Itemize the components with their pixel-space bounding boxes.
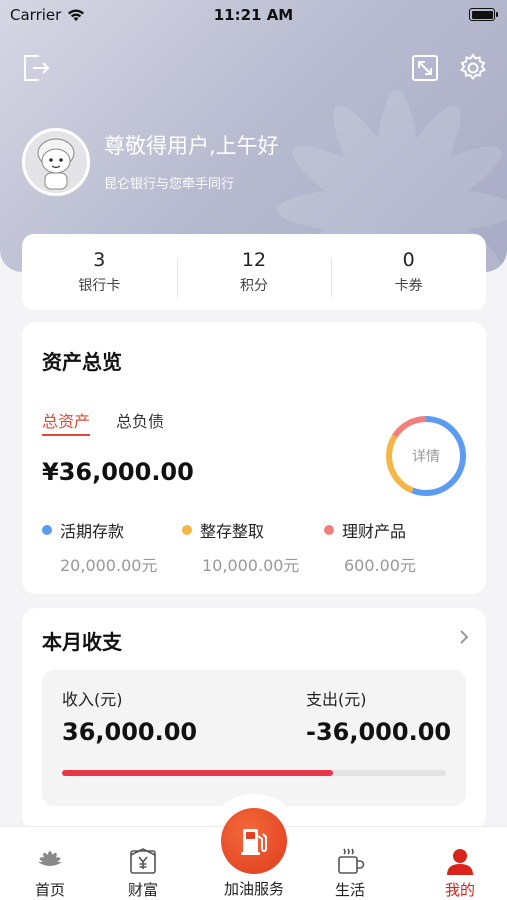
stats-bar: 3 银行卡 12 积分 0 卡券 <box>22 234 486 310</box>
avatar[interactable] <box>22 128 90 196</box>
monthly-title: 本月收支 <box>42 630 122 654</box>
stat-label: 积分 <box>240 278 268 294</box>
legend-item-fixed-deposit: 整存整取 <box>182 518 264 542</box>
asset-overview-card: 资产总览 总资产 总负债 ¥36,000.00 详情 活期存款 20,000.0… <box>22 322 486 594</box>
greeting-subtitle: 昆仑银行与您牵手同行 <box>104 177 235 192</box>
stat-label: 卡券 <box>394 278 423 294</box>
income-label: 收入(元) <box>62 690 123 709</box>
chevron-right-icon[interactable] <box>458 628 470 646</box>
stat-label: 银行卡 <box>78 278 121 294</box>
logout-icon <box>24 55 50 81</box>
tab-life[interactable]: 生活 <box>300 827 400 900</box>
settings-button[interactable] <box>457 52 489 84</box>
income-expense-panel: 收入(元) 36,000.00 支出(元) -36,000.00 <box>42 670 466 806</box>
tab-label: 我的 <box>444 881 475 899</box>
income-value: 36,000.00 <box>62 718 198 746</box>
progress-fill <box>62 770 333 776</box>
asset-overview-title: 资产总览 <box>42 350 122 374</box>
user-icon <box>447 849 473 875</box>
tab-mine[interactable]: 我的 <box>410 827 507 900</box>
coffee-icon <box>338 848 365 874</box>
tab-total-liabilities[interactable]: 总负债 <box>116 408 164 432</box>
tab-label: 首页 <box>34 881 65 899</box>
total-assets-amount: ¥36,000.00 <box>42 458 194 486</box>
logout-button[interactable] <box>20 52 52 84</box>
stat-points[interactable]: 12 积分 <box>176 249 332 297</box>
scan-button[interactable] <box>409 52 441 84</box>
battery-icon <box>469 8 498 21</box>
tab-label: 生活 <box>334 881 365 899</box>
status-bar: Carrier 11:21 AM <box>0 0 507 30</box>
stat-coupons[interactable]: 0 卡券 <box>331 249 486 297</box>
blue-dot-icon <box>42 525 52 535</box>
mascot-avatar-icon <box>25 131 87 193</box>
stat-value: 12 <box>241 249 267 271</box>
fuel-pump-icon <box>241 829 267 855</box>
gear-icon <box>459 53 487 81</box>
wealth-icon <box>130 848 156 874</box>
stat-value: 0 <box>402 249 415 271</box>
legend-value-wealth-products: 600.00元 <box>344 556 416 575</box>
stat-value: 3 <box>93 249 106 271</box>
expense-label: 支出(元) <box>306 690 367 709</box>
legend-item-demand-deposit: 活期存款 <box>42 518 124 542</box>
fuel-service-button[interactable] <box>221 808 287 874</box>
red-dot-icon <box>324 525 334 535</box>
fuel-service-label: 加油服务 <box>223 880 284 898</box>
legend-item-wealth-products: 理财产品 <box>324 518 406 542</box>
expand-icon <box>412 55 438 81</box>
stat-bank-cards[interactable]: 3 银行卡 <box>22 249 177 295</box>
tab-label: 财富 <box>127 881 158 899</box>
yellow-dot-icon <box>182 525 192 535</box>
active-tab-indicator <box>42 434 90 436</box>
tab-wealth[interactable]: 财富 <box>93 827 193 900</box>
details-link[interactable]: 详情 <box>384 446 468 466</box>
income-expense-progress <box>62 770 446 776</box>
status-time: 11:21 AM <box>213 6 294 24</box>
tab-home[interactable]: 首页 <box>0 827 100 900</box>
legend-value-demand-deposit: 20,000.00元 <box>60 556 158 575</box>
tab-total-assets[interactable]: 总资产 <box>42 408 90 432</box>
expense-value: -36,000.00 <box>306 718 452 746</box>
petrochina-logo-icon <box>36 851 64 876</box>
greeting-text: 尊敬得用户,上午好 <box>104 134 279 158</box>
legend-value-fixed-deposit: 10,000.00元 <box>202 556 300 575</box>
